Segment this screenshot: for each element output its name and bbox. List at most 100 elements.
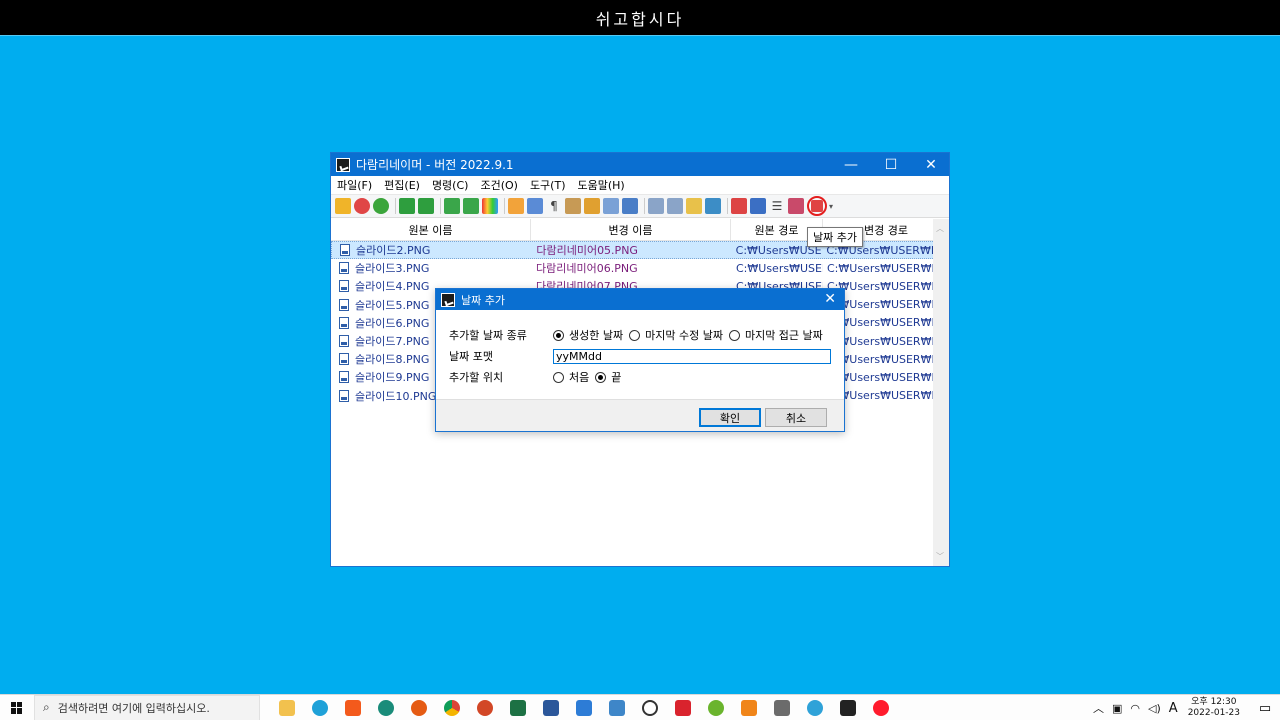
line-chart-icon[interactable] xyxy=(788,198,804,214)
taskbar-apps xyxy=(270,695,897,720)
date-format-row: 날짜 포맷 xyxy=(449,348,831,364)
radio-end-indicator[interactable] xyxy=(595,371,607,383)
taskbar-app-green[interactable] xyxy=(699,695,732,720)
radio-modified-date[interactable]: 마지막 수정 날짜 xyxy=(629,327,723,343)
radio-modified-indicator[interactable] xyxy=(629,329,641,341)
sticky-notes-icon xyxy=(839,699,856,716)
file-icon xyxy=(340,244,350,257)
taskbar-firefox[interactable] xyxy=(402,695,435,720)
remove-icon[interactable] xyxy=(354,198,370,214)
orig-name-text: 슬라이드3.PNG xyxy=(355,262,430,276)
taskbar-chrome[interactable] xyxy=(435,695,468,720)
tag-icon[interactable] xyxy=(648,198,664,214)
check-icon[interactable] xyxy=(373,198,389,214)
move-up-icon[interactable] xyxy=(444,198,460,214)
taskbar: ⌕ 검색하려면 여기에 입력하십시오. ︿ ▣ ◠ ◁) A 오후 12:30 … xyxy=(0,694,1280,720)
toolbar-overflow-icon[interactable]: ▾ xyxy=(829,202,833,211)
bar-chart-icon[interactable] xyxy=(750,198,766,214)
taskbar-word[interactable] xyxy=(534,695,567,720)
insert-text-icon[interactable] xyxy=(603,198,619,214)
radio-start-indicator[interactable] xyxy=(553,371,564,383)
chrome-icon xyxy=(443,699,460,716)
start-button[interactable] xyxy=(0,695,34,720)
list-icon[interactable]: ☰ xyxy=(769,198,785,214)
close-button[interactable]: ✕ xyxy=(911,153,951,176)
cancel-button[interactable]: 취소 xyxy=(765,408,827,427)
taskbar-powerpoint[interactable] xyxy=(468,695,501,720)
monitor-icon[interactable] xyxy=(527,198,543,214)
firefox-icon xyxy=(410,699,427,716)
ime-indicator[interactable]: A xyxy=(1169,701,1178,716)
file-icon xyxy=(339,389,349,402)
radio-accessed-indicator[interactable] xyxy=(728,329,740,341)
window-titlebar[interactable]: 다람리네이머 - 버전 2022.9.1 — ☐ ✕ xyxy=(331,153,949,176)
minimize-button[interactable]: — xyxy=(831,153,871,176)
menu-help[interactable]: 도움말(H) xyxy=(577,177,624,193)
column-header-orig-name[interactable]: 원본 이름 xyxy=(331,219,531,241)
pilcrow-icon[interactable]: ¶ xyxy=(546,198,562,214)
open-folder-icon[interactable] xyxy=(335,198,351,214)
vertical-scrollbar[interactable]: ︿ ﹀ xyxy=(933,219,949,566)
taskbar-app-screen[interactable] xyxy=(600,695,633,720)
taskbar-hangul[interactable] xyxy=(567,695,600,720)
taskbar-explorer[interactable] xyxy=(270,695,303,720)
taskbar-opera[interactable] xyxy=(864,695,897,720)
taskbar-edge[interactable] xyxy=(303,695,336,720)
taskbar-excel[interactable] xyxy=(501,695,534,720)
scroll-up-icon[interactable]: ︿ xyxy=(936,223,944,234)
orig-name-text: 슬라이드2.PNG xyxy=(356,244,431,258)
swap-icon[interactable] xyxy=(622,198,638,214)
menu-condition[interactable]: 조건(O) xyxy=(480,177,517,193)
undo-icon[interactable] xyxy=(399,198,415,214)
taskbar-search[interactable]: ⌕ 검색하려면 여기에 입력하십시오. xyxy=(34,694,260,720)
menu-tools[interactable]: 도구(T) xyxy=(530,177,566,193)
menu-command[interactable]: 명령(C) xyxy=(432,177,469,193)
taskbar-app-teal[interactable] xyxy=(369,695,402,720)
add-date-button[interactable] xyxy=(807,196,827,216)
taskbar-app-search[interactable] xyxy=(633,695,666,720)
notification-icon[interactable]: ▭ xyxy=(1250,701,1280,716)
image-icon[interactable] xyxy=(508,198,524,214)
replace-icon[interactable] xyxy=(565,198,581,214)
radio-created-indicator[interactable] xyxy=(553,329,564,341)
taskbar-app-round[interactable] xyxy=(798,695,831,720)
cell-new-name: 다람리네미어06.PNG xyxy=(536,262,638,276)
network-icon[interactable]: ◠ xyxy=(1130,702,1140,715)
calendar-icon xyxy=(811,200,823,212)
table-row[interactable]: 슬라이드3.PNG 다람리네미어06.PNG C:₩Users₩USER₩ C:₩Us… xyxy=(331,259,935,277)
maximize-button[interactable]: ☐ xyxy=(871,153,911,176)
radio-created-label: 생성한 날짜 xyxy=(569,329,624,342)
rainbow-icon[interactable] xyxy=(482,198,498,214)
tag-edit-icon[interactable] xyxy=(686,198,702,214)
pencil-icon[interactable] xyxy=(584,198,600,214)
radio-created-date[interactable]: 생성한 날짜 xyxy=(553,327,623,343)
cut-icon[interactable] xyxy=(731,198,747,214)
move-down-icon[interactable] xyxy=(463,198,479,214)
radio-position-start[interactable]: 처음 xyxy=(553,369,589,385)
menu-edit[interactable]: 편집(E) xyxy=(384,177,420,193)
tray-device-icon[interactable]: ▣ xyxy=(1112,702,1122,715)
taskbar-sticky[interactable] xyxy=(831,695,864,720)
orig-name-text: 슬라이드10.PNG xyxy=(355,389,437,403)
number-icon[interactable] xyxy=(705,198,721,214)
powerpoint-icon xyxy=(476,699,493,716)
tag-multi-icon[interactable] xyxy=(667,198,683,214)
radio-accessed-date[interactable]: 마지막 접근 날짜 xyxy=(728,327,823,343)
menu-file[interactable]: 파일(F) xyxy=(337,177,372,193)
scroll-down-icon[interactable]: ﹀ xyxy=(936,551,944,562)
taskbar-vlc[interactable] xyxy=(732,695,765,720)
column-header-new-name[interactable]: 변경 이름 xyxy=(531,219,731,241)
redo-icon[interactable] xyxy=(418,198,434,214)
taskbar-app-se[interactable] xyxy=(666,695,699,720)
taskbar-brave[interactable] xyxy=(336,695,369,720)
android-icon xyxy=(707,699,724,716)
dialog-close-button[interactable]: ✕ xyxy=(824,291,836,307)
ok-button[interactable]: 확인 xyxy=(699,408,761,427)
date-format-input[interactable] xyxy=(553,348,831,364)
taskbar-calculator[interactable] xyxy=(765,695,798,720)
dialog-titlebar[interactable]: 날짜 추가 ✕ xyxy=(436,289,844,310)
tray-expand-icon[interactable]: ︿ xyxy=(1093,700,1104,716)
radio-position-end[interactable]: 끝 xyxy=(595,369,621,385)
clock[interactable]: 오후 12:30 2022-01-23 xyxy=(1188,697,1240,719)
volume-icon[interactable]: ◁) xyxy=(1148,702,1161,715)
